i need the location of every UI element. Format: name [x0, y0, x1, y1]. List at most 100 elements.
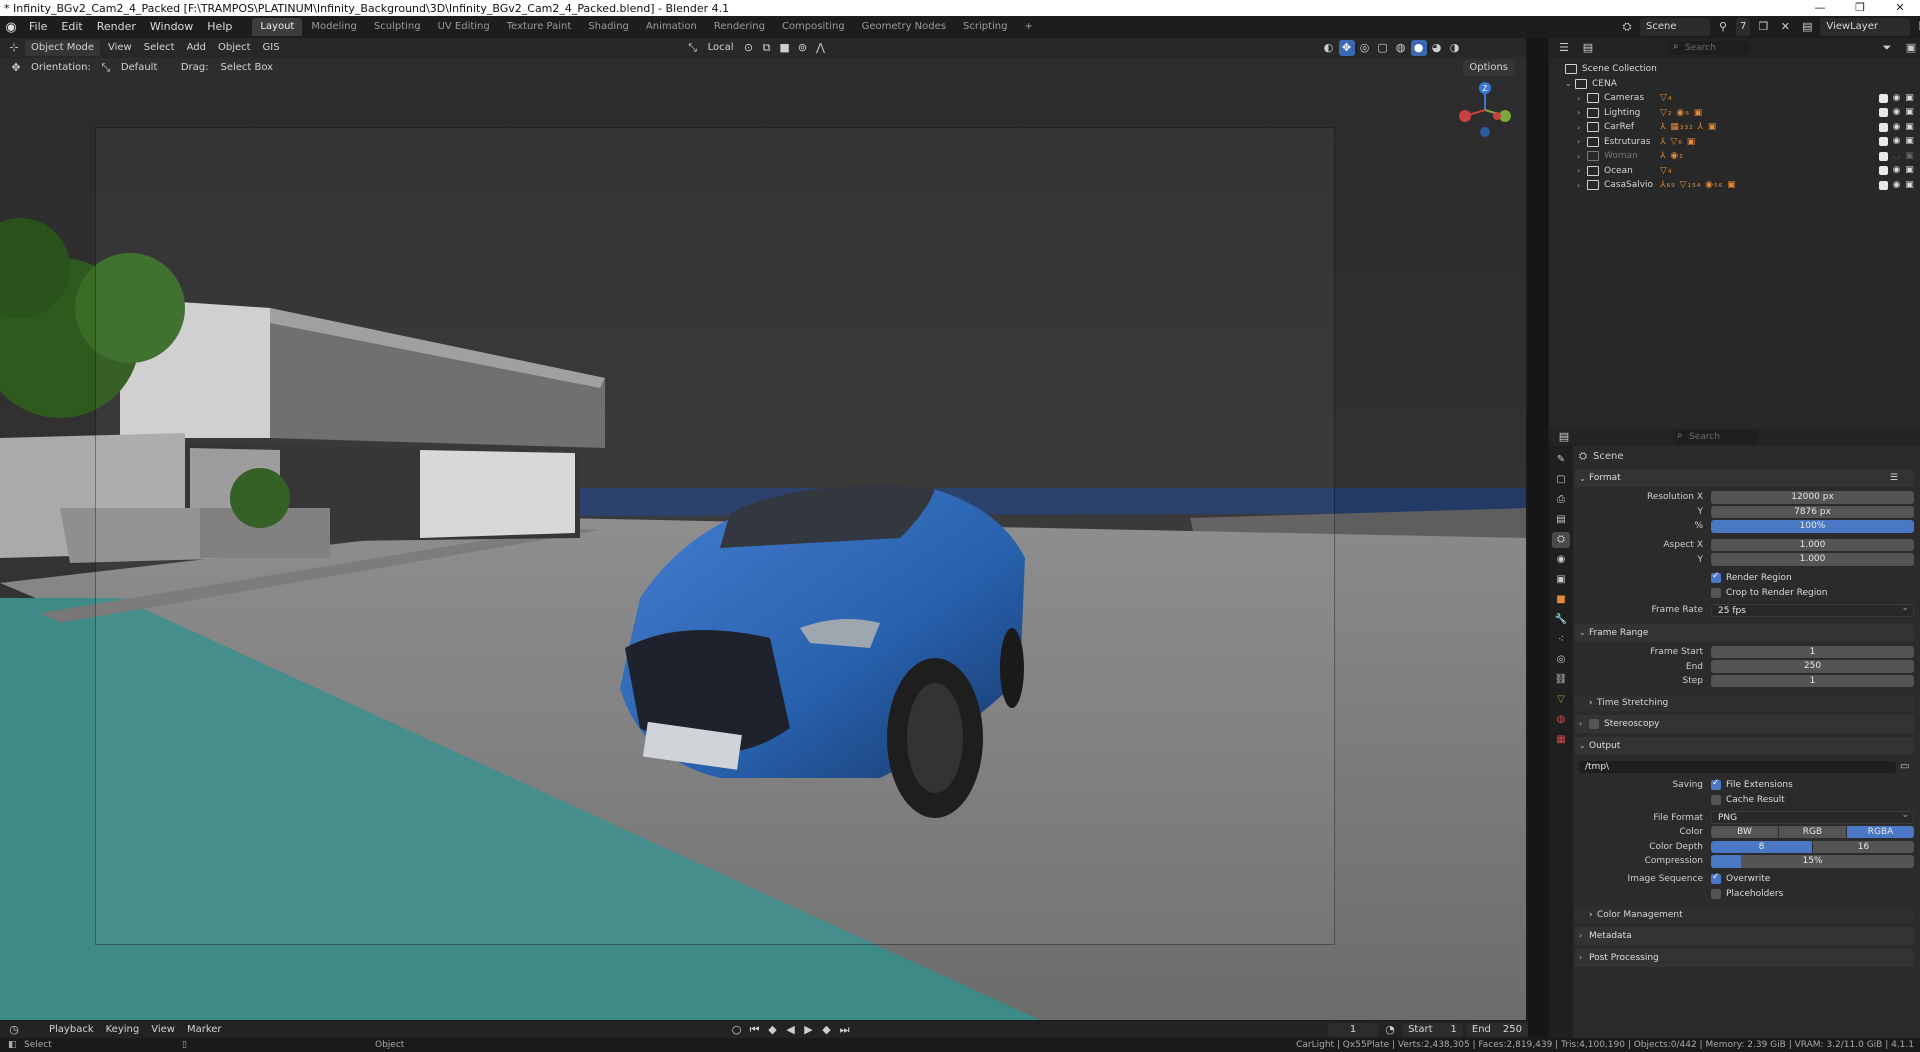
pin-icon[interactable]: ⚲	[1715, 19, 1731, 35]
exclude-checkbox[interactable]	[1879, 151, 1888, 161]
xray-icon[interactable]: ▢	[1375, 40, 1391, 56]
options-dropdown[interactable]: Options	[1463, 60, 1514, 76]
panel-output-header[interactable]: ⌄ Output	[1575, 736, 1914, 755]
resolution-x-field[interactable]: 12000 px	[1711, 491, 1914, 504]
menu-object[interactable]: Object	[212, 38, 257, 58]
compression-slider[interactable]: 15%	[1711, 855, 1914, 868]
presets-icon[interactable]: ☰	[1890, 473, 1914, 483]
menu-select[interactable]: Select	[138, 38, 181, 58]
world-tab-icon[interactable]: ◉	[1552, 552, 1570, 568]
menu-playback[interactable]: Playback	[43, 1020, 100, 1040]
menu-view[interactable]: View	[102, 38, 138, 58]
data-tab-icon[interactable]: ▽	[1552, 692, 1570, 708]
chevron-right-icon[interactable]: ›	[1577, 166, 1587, 175]
cache-result-checkbox[interactable]: Cache Result	[1711, 795, 1785, 806]
play-icon[interactable]: ▶	[801, 1022, 817, 1038]
jump-start-icon[interactable]: ⏮	[747, 1022, 763, 1038]
collection-row-woman[interactable]: › Woman ⅄ ◉₂ ◡ ▣	[1549, 149, 1920, 164]
crop-region-checkbox[interactable]: Crop to Render Region	[1711, 587, 1827, 598]
blender-logo-icon[interactable]: ◉	[0, 20, 22, 35]
menu-timeline-view[interactable]: View	[145, 1020, 181, 1040]
tab-compositing[interactable]: Compositing	[774, 18, 853, 36]
texture-tab-icon[interactable]: ▦	[1552, 732, 1570, 748]
tab-sculpting[interactable]: Sculpting	[366, 18, 429, 36]
menu-help[interactable]: Help	[200, 16, 239, 38]
chevron-right-icon[interactable]: ›	[1577, 108, 1587, 117]
snap-icon[interactable]: ⧉	[759, 40, 775, 56]
render-camera-icon[interactable]: ▣	[1905, 166, 1914, 175]
overwrite-checkbox[interactable]: Overwrite	[1711, 872, 1770, 884]
display-mode-icon[interactable]: ▤	[1580, 40, 1596, 56]
chevron-right-icon[interactable]: ›	[1577, 94, 1587, 103]
eye-icon[interactable]: ◉	[1892, 122, 1901, 132]
tab-modeling[interactable]: Modeling	[303, 18, 365, 36]
object-tab-icon[interactable]: ■	[1552, 592, 1570, 608]
chevron-right-icon[interactable]: ›	[1577, 137, 1587, 146]
collection-row-estruturas[interactable]: › Estruturas ⅄ ▽₆ ▣ ◉ ▣	[1549, 135, 1920, 150]
eye-icon[interactable]: ◉	[1892, 166, 1901, 175]
menu-gis[interactable]: GIS	[257, 38, 286, 58]
new-collection-icon[interactable]: ▣	[1903, 40, 1919, 56]
color-rgb-option[interactable]: RGB	[1779, 825, 1846, 839]
add-workspace-button[interactable]: +	[1016, 18, 1040, 36]
menu-marker[interactable]: Marker	[181, 1020, 228, 1040]
scene-collection-row[interactable]: Scene Collection	[1549, 62, 1920, 77]
chevron-right-icon[interactable]: ›	[1577, 123, 1587, 132]
render-disabled-icon[interactable]: ▣	[1905, 151, 1914, 161]
frame-rate-dropdown[interactable]: 25 fps	[1711, 602, 1914, 617]
rendered-shading-icon[interactable]: ◑	[1447, 40, 1463, 56]
exclude-checkbox[interactable]	[1879, 180, 1888, 190]
file-format-dropdown[interactable]: PNG	[1711, 809, 1914, 824]
gizmo-negative-z[interactable]	[1480, 127, 1490, 137]
close-icon[interactable]: ✕	[1880, 0, 1920, 16]
subpanel-color-management[interactable]: › Color Management	[1575, 906, 1914, 923]
gizmo-toggle-icon[interactable]: ✥	[1338, 40, 1355, 56]
wireframe-shading-icon[interactable]: ◍	[1393, 40, 1409, 56]
file-extensions-checkbox[interactable]: File Extensions	[1711, 778, 1793, 791]
frame-end-field[interactable]: 250	[1711, 660, 1914, 673]
color-bw-option[interactable]: BW	[1711, 825, 1778, 839]
exclude-checkbox[interactable]	[1879, 137, 1888, 147]
next-keyframe-icon[interactable]: ◆	[819, 1022, 835, 1038]
filter-icon[interactable]: ⏷	[1879, 40, 1895, 56]
overlays-icon[interactable]: ◎	[1357, 40, 1373, 56]
menu-render[interactable]: Render	[90, 16, 143, 38]
properties-editor-icon[interactable]: ▤	[1556, 429, 1572, 445]
eye-icon[interactable]: ◉	[1892, 108, 1901, 117]
view-layer-icon[interactable]: ▤	[1799, 19, 1815, 35]
eye-icon[interactable]: ◉	[1892, 180, 1901, 190]
collection-tab-icon[interactable]: ▣	[1552, 572, 1570, 588]
resolution-y-field[interactable]: 7876 px	[1711, 505, 1914, 519]
exclude-checkbox[interactable]	[1879, 122, 1888, 132]
panel-stereoscopy-header[interactable]: › Stereoscopy	[1575, 714, 1914, 733]
panel-metadata-header[interactable]: › Metadata	[1575, 926, 1914, 945]
view-layer-field[interactable]: ViewLayer	[1820, 18, 1911, 36]
scene-users-count[interactable]: 7	[1736, 18, 1751, 36]
collection-row-cameras[interactable]: › Cameras ▽₄ ◉ ▣	[1549, 91, 1920, 106]
current-frame-field[interactable]: 1	[1328, 1023, 1379, 1037]
tab-animation[interactable]: Animation	[638, 18, 705, 36]
chevron-right-icon[interactable]: ›	[1577, 152, 1587, 161]
pivot-icon[interactable]: ⊙	[741, 40, 757, 56]
transform-orientation-icon[interactable]: ⤡	[685, 40, 701, 56]
tool-tab-icon[interactable]: ✎	[1552, 452, 1570, 468]
eye-icon[interactable]: ◉	[1892, 93, 1901, 103]
tab-rendering[interactable]: Rendering	[706, 18, 773, 36]
tab-geometry-nodes[interactable]: Geometry Nodes	[854, 18, 954, 36]
exclude-checkbox[interactable]	[1879, 93, 1888, 103]
tab-uv-editing[interactable]: UV Editing	[430, 18, 498, 36]
output-path-field[interactable]: /tmp\	[1579, 760, 1896, 774]
record-icon[interactable]: ○	[729, 1022, 745, 1038]
eye-icon[interactable]: ◉	[1892, 137, 1901, 146]
menu-window[interactable]: Window	[143, 16, 200, 38]
frame-step-field[interactable]: 1	[1711, 674, 1914, 688]
collection-row-cena[interactable]: ⌄ CENA	[1549, 77, 1920, 92]
scene-icon[interactable]: ⛭	[1619, 19, 1635, 35]
editor-type-icon[interactable]: ⊹	[6, 40, 22, 56]
gizmo-x-red[interactable]	[1493, 112, 1501, 120]
render-camera-icon[interactable]: ▣	[1905, 93, 1914, 103]
play-reverse-icon[interactable]: ◀	[783, 1022, 799, 1038]
panel-frame-range-header[interactable]: ⌄ Frame Range	[1575, 623, 1914, 642]
view-layer-tab-icon[interactable]: ▤	[1552, 512, 1570, 528]
navigation-gizmo[interactable]: Z Y	[1455, 80, 1515, 140]
